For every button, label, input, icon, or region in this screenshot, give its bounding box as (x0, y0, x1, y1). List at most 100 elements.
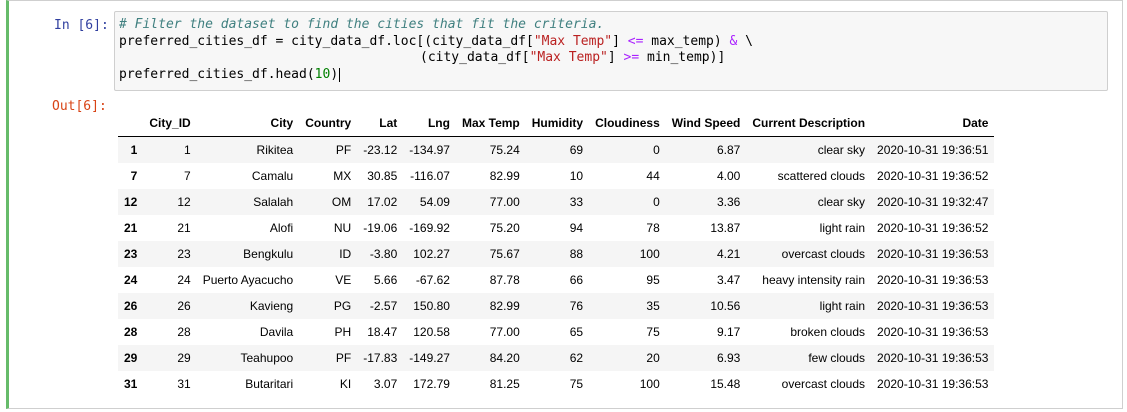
table-cell: 18.47 (367, 325, 398, 339)
table-cell: -19.06 (363, 221, 398, 235)
table-cell: OM (331, 195, 352, 209)
text-cursor (339, 67, 341, 82)
table-header-row: City_ID City Country Lat Lng Max Temp Humidity… (118, 110, 995, 137)
table-cell: 1 (184, 143, 191, 157)
table-cell: scattered clouds (777, 169, 866, 183)
table-cell: 87.78 (489, 273, 520, 287)
code-text: max_temp) (643, 33, 730, 49)
table-cell: ID (339, 247, 352, 261)
table-cell: Teahupoo (240, 351, 294, 365)
table-cell: 2020-10-31 19:36:53 (877, 351, 989, 365)
table-row: 28 28 Davila PH 18.47 120.58 77.00 65 75 9.17 brok… (118, 319, 994, 345)
table-cell: -23.12 (363, 143, 398, 157)
table-cell: Davila (259, 325, 294, 339)
row-index: 21 (124, 221, 138, 235)
table-cell: 30.85 (367, 169, 398, 183)
table-cell: 2020-10-31 19:36:53 (877, 273, 989, 287)
table-row: 26 26 Kavieng PG -2.57 150.80 82.99 76 35 10.56 li… (118, 293, 995, 319)
table-cell: 7 (184, 169, 191, 183)
table-cell: broken clouds (790, 325, 866, 339)
table-cell: 17.02 (367, 195, 398, 209)
table-row: 21 21 Alofi NU -19.06 -169.92 75.20 94 78 13.87 li… (118, 215, 994, 241)
code-comment: # Filter the dataset to find the cities … (119, 17, 605, 32)
table-row: 7 7 Camalu MX 30.85 -116.07 82.99 10 44 4.00 scatt… (118, 163, 994, 189)
column-header (118, 110, 144, 137)
table-cell: overcast clouds (781, 247, 866, 261)
code-string: "Max Temp" (529, 50, 608, 66)
table-cell: few clouds (808, 351, 866, 365)
table-cell: -116.07 (410, 169, 450, 183)
dataframe-table: City_ID City Country Lat Lng Max Temp Humidity… (118, 110, 995, 397)
table-row: 31 31 Butaritari KI 3.07 172.79 81.25 75 100 15.4… (118, 371, 994, 397)
table-cell: 0 (653, 195, 660, 209)
row-index: 28 (124, 325, 138, 339)
column-header: Lng (403, 110, 456, 137)
table-cell: light rain (819, 299, 866, 313)
code-line-4: preferred_cities_df.head(10) (119, 67, 1103, 84)
table-cell: 35 (646, 299, 660, 313)
code-editor[interactable]: # Filter the dataset to find the cities … (114, 11, 1108, 91)
table-cell: 78 (646, 221, 660, 235)
table-cell: PF (335, 351, 352, 365)
table-cell: 28 (177, 325, 191, 339)
output-prompt: Out[6]: (52, 99, 107, 114)
code-operator: >= (623, 50, 640, 66)
row-index: 23 (124, 247, 138, 261)
table-cell: 6.93 (716, 351, 741, 365)
table-cell: NU (333, 221, 352, 235)
table-cell: 77.00 (489, 195, 520, 209)
code-line-1: # Filter the dataset to find the cities … (119, 17, 1103, 34)
table-cell: KI (339, 377, 352, 391)
column-header: Current Description (746, 110, 872, 137)
table-row: 12 12 Salalah OM 17.02 54.09 77.00 33 0 3.36 clear… (118, 189, 995, 215)
table-row: 29 29 Teahupoo PF -17.83 -149.27 84.20 62 20 6.93… (118, 345, 995, 371)
row-index: 31 (124, 377, 138, 391)
table-cell: 76 (569, 299, 584, 313)
row-index: 12 (124, 195, 138, 209)
table-cell: clear sky (817, 143, 866, 157)
code-line-2: preferred_cities_df = city_data_df.loc[(… (119, 34, 1103, 51)
input-prompt: In [6]: (54, 18, 109, 33)
table-cell: 84.20 (489, 351, 520, 365)
table-cell: light rain (819, 221, 866, 235)
table-cell: 2020-10-31 19:36:53 (877, 247, 989, 261)
table-cell: PF (335, 143, 352, 157)
table-cell: 75.20 (489, 221, 520, 235)
table-row: 1 1 Rikitea PF -23.12 -134.97 75.24 69 0 6.87 clea… (118, 136, 995, 163)
code-text: preferred_cities_df.head( (119, 67, 315, 83)
table-cell: 10.56 (710, 299, 741, 313)
table-cell: 13.87 (710, 221, 741, 235)
table-cell: Salalah (253, 195, 294, 209)
column-header: Wind Speed (665, 110, 747, 137)
table-cell: 2020-10-31 19:36:53 (877, 377, 989, 391)
code-operator: <= (627, 33, 644, 49)
table-cell: Bengkulu (243, 247, 294, 261)
table-cell: 31 (177, 377, 191, 391)
table-cell: heavy intensity rain (762, 273, 866, 287)
table-cell: 69 (569, 143, 584, 157)
table-cell: 82.99 (489, 169, 520, 183)
table-cell: VE (335, 273, 352, 287)
column-header: City_ID (143, 110, 197, 137)
table-cell: 15.48 (710, 377, 741, 391)
table-cell: 3.47 (716, 273, 741, 287)
table-cell: 5.66 (373, 273, 398, 287)
table-cell: 2020-10-31 19:36:53 (877, 325, 989, 339)
table-cell: 24 (177, 273, 191, 287)
table-cell: 75 (646, 325, 660, 339)
code-text: ) (330, 67, 339, 83)
table-cell: 3.07 (373, 377, 398, 391)
table-cell: 2020-10-31 19:32:47 (877, 195, 989, 209)
table-cell: 9.17 (716, 325, 741, 339)
table-cell: 75.24 (489, 143, 520, 157)
table-cell: 100 (639, 247, 660, 261)
row-index: 29 (124, 351, 138, 365)
table-cell: 12 (177, 195, 191, 209)
column-header: Country (299, 110, 358, 137)
column-header: Date (871, 110, 995, 137)
table-cell: 100 (639, 377, 660, 391)
table-cell: 29 (177, 351, 191, 365)
table-cell: 4.21 (716, 247, 741, 261)
table-cell: clear sky (817, 195, 866, 209)
column-header: Humidity (525, 110, 590, 137)
